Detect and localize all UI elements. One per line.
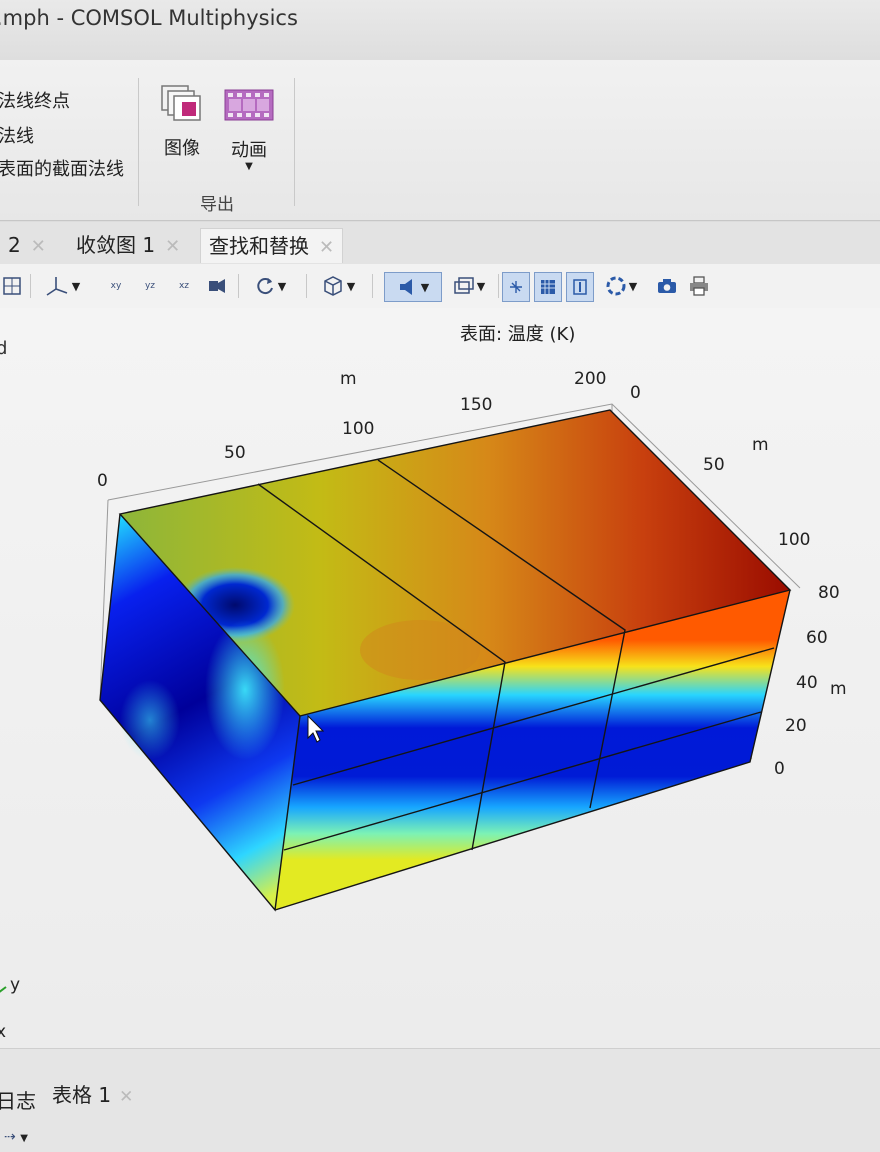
panel-options-icon[interactable]: ⇢ ▼ bbox=[4, 1129, 28, 1145]
title-bar: .mph - COMSOL Multiphysics bbox=[0, 0, 880, 60]
tab-label: 表格 1 bbox=[52, 1083, 112, 1107]
print-icon[interactable] bbox=[686, 272, 712, 300]
graphics-toolbar: ▼ xy yz xz ▼ ▼ ▼ ▼ ▼ bbox=[0, 264, 880, 308]
camera-view-icon[interactable] bbox=[204, 272, 230, 300]
x-axis-unit: m bbox=[340, 369, 357, 389]
y-tick-label: 50 bbox=[703, 455, 725, 475]
axis-orientation-icon[interactable]: ▼ bbox=[38, 272, 86, 300]
animation-caret-icon[interactable]: ▼ bbox=[222, 162, 276, 172]
export-animation-button[interactable]: 动画 ▼ bbox=[222, 88, 276, 172]
z-tick-label: 20 bbox=[785, 716, 807, 736]
window-title: .mph - COMSOL Multiphysics bbox=[0, 6, 298, 30]
ribbon-group-export: 导出 bbox=[200, 195, 234, 215]
view-xy-icon[interactable]: xy bbox=[102, 272, 130, 300]
close-icon[interactable]: ✕ bbox=[119, 1087, 133, 1107]
grid-icon[interactable] bbox=[502, 272, 530, 302]
zoom-extents-icon[interactable] bbox=[0, 272, 24, 300]
z-tick-label: 80 bbox=[818, 583, 840, 603]
close-icon[interactable]: ✕ bbox=[319, 237, 334, 258]
plot-canvas[interactable]: 0 50 100 150 200 m 0 50 100 m 80 60 40 2… bbox=[0, 308, 880, 1048]
transparency-icon[interactable]: ▼ bbox=[446, 272, 492, 300]
z-tick-label: 40 bbox=[796, 673, 818, 693]
tab-convergence-plot[interactable]: 收敛图 1 ✕ bbox=[68, 228, 188, 262]
snapshot-icon[interactable]: ▼ bbox=[598, 272, 644, 300]
x-tick-label: 200 bbox=[574, 369, 606, 389]
axis-triad-icon: y x bbox=[0, 975, 20, 1042]
view-yz-icon[interactable]: yz bbox=[136, 272, 164, 300]
tab-table-1[interactable]: 表格 1 ✕ bbox=[52, 1079, 133, 1108]
render-icon[interactable] bbox=[534, 272, 562, 302]
x-tick-label: 150 bbox=[460, 395, 492, 415]
ribbon-item-normal-end[interactable]: 法线终点 bbox=[0, 87, 70, 113]
ribbon: 法线终点 法线 表面的截面法线 图像 动画 ▼ 导出 bbox=[0, 60, 880, 221]
ribbon-separator bbox=[294, 78, 295, 206]
tab-label: 日志 bbox=[0, 1089, 36, 1113]
tab-2[interactable]: 2 ✕ bbox=[0, 228, 54, 262]
triad-y-label: y bbox=[10, 975, 20, 995]
z-tick-label: 60 bbox=[806, 628, 828, 648]
x-tick-label: 50 bbox=[224, 443, 246, 463]
x-tick-label: 100 bbox=[342, 419, 374, 439]
tab-find-replace[interactable]: 查找和替换 ✕ bbox=[200, 228, 344, 263]
y-tick-label: 100 bbox=[778, 530, 810, 550]
ribbon-separator bbox=[138, 78, 139, 206]
triad-x-label: x bbox=[0, 1022, 6, 1042]
z-axis-unit: m bbox=[830, 679, 847, 699]
graphics-window[interactable]: 表面: 温度 (K) d 0 50 100 150 200 m 0 50 100… bbox=[0, 308, 880, 1048]
axis-icon[interactable] bbox=[566, 272, 594, 302]
view-xz-icon[interactable]: xz bbox=[170, 272, 198, 300]
z-tick-label: 0 bbox=[774, 759, 785, 779]
export-image-button[interactable]: 图像 bbox=[156, 82, 208, 160]
ribbon-item-normal[interactable]: 法线 bbox=[0, 122, 34, 148]
close-icon[interactable]: ✕ bbox=[165, 236, 180, 257]
film-strip-icon bbox=[224, 89, 274, 121]
tab-log[interactable]: 日志 bbox=[0, 1085, 36, 1114]
x-tick-label: 0 bbox=[97, 471, 108, 491]
tab-label: 收敛图 1 bbox=[76, 233, 156, 257]
screenshot-icon[interactable] bbox=[654, 272, 680, 300]
scene-light-icon[interactable]: ▼ bbox=[384, 272, 442, 302]
view-box-icon[interactable]: ▼ bbox=[314, 272, 362, 300]
image-icon bbox=[161, 85, 201, 121]
image-button-label: 图像 bbox=[164, 138, 200, 159]
y-axis-unit: m bbox=[752, 435, 769, 455]
rotate-icon[interactable]: ▼ bbox=[246, 272, 294, 300]
animation-button-label: 动画 bbox=[231, 140, 267, 161]
tab-bar: 2 ✕ 收敛图 1 ✕ 查找和替换 ✕ bbox=[0, 222, 880, 265]
tab-label: 2 bbox=[8, 233, 21, 257]
y-tick-label: 0 bbox=[630, 383, 641, 403]
bottom-panel: 日志 表格 1 ✕ ⇢ ▼ bbox=[0, 1048, 880, 1152]
close-icon[interactable]: ✕ bbox=[31, 236, 46, 257]
ribbon-item-surface-section-normal[interactable]: 表面的截面法线 bbox=[0, 155, 124, 181]
tab-label: 查找和替换 bbox=[209, 234, 309, 258]
